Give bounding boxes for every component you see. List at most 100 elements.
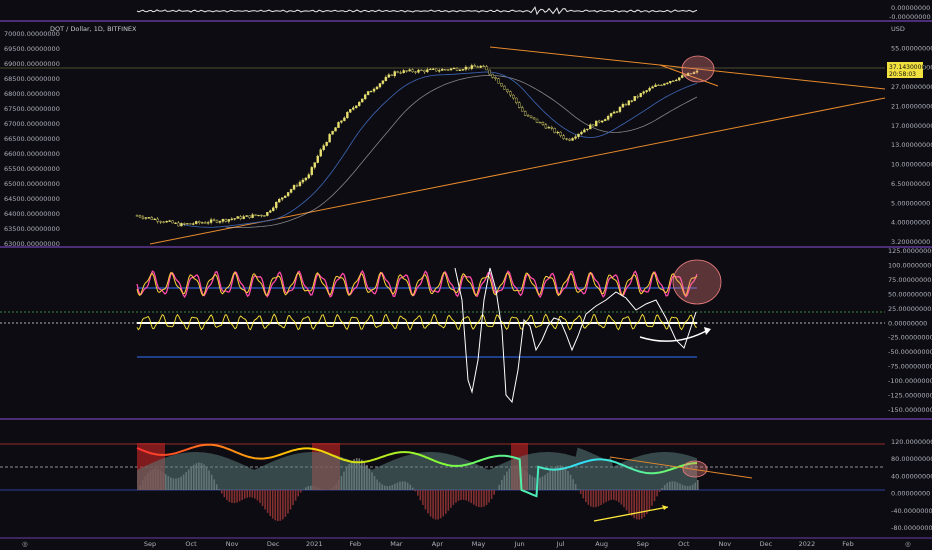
candle-body xyxy=(280,197,284,200)
annotation-circle-momentum[interactable] xyxy=(682,460,708,478)
candle-body xyxy=(624,104,628,106)
candle-body xyxy=(165,221,168,223)
momentum-bar xyxy=(251,490,254,498)
candle-body xyxy=(461,69,465,71)
candle-body xyxy=(171,220,174,224)
candle-body xyxy=(544,124,548,129)
candle-body xyxy=(162,221,165,223)
momentum-bar xyxy=(587,490,590,505)
price-left-tick-13: 63500.00000000 xyxy=(4,225,60,233)
price-left-tick-1: 69500.00000000 xyxy=(4,45,60,53)
candle-body xyxy=(215,219,219,223)
top-strip-panel[interactable]: 0.00000000 -0.00000000 xyxy=(0,0,932,21)
candle-body xyxy=(352,107,355,110)
momentum-bar xyxy=(450,490,452,508)
candle-body xyxy=(520,107,524,112)
goto-icon[interactable]: ◎ xyxy=(905,540,911,548)
candle-body xyxy=(485,66,488,71)
candle-body xyxy=(621,104,625,108)
candle-body xyxy=(515,97,518,103)
annotation-circle-price[interactable] xyxy=(681,55,715,83)
candle-body xyxy=(606,116,610,120)
candle-body xyxy=(595,120,598,127)
candle-body xyxy=(375,86,379,90)
chart-workspace[interactable]: 0.00000000 -0.00000000 70000.00000000695… xyxy=(0,0,932,550)
candle-body xyxy=(639,93,642,97)
candle-body xyxy=(334,127,337,132)
candle-body xyxy=(482,65,485,68)
candle-body xyxy=(396,71,399,73)
momentum-bar xyxy=(419,490,422,501)
candle-body xyxy=(289,189,293,193)
candle-body xyxy=(230,218,234,220)
price-left-tick-2: 69000.00000000 xyxy=(4,60,60,68)
mom-right-tick-2: 40.00000000 xyxy=(891,472,932,480)
candle-body xyxy=(529,115,533,118)
momentum-bar xyxy=(480,490,483,508)
osc-right-tick-10: -125.00000000 xyxy=(888,392,932,400)
osc-right-tick-7: -50.00000000 xyxy=(888,348,932,356)
momentum-bar xyxy=(465,490,467,501)
momentum-bar xyxy=(223,490,226,498)
time-label-4: 2021 xyxy=(306,540,323,548)
candle-body xyxy=(153,218,156,221)
candle-body xyxy=(660,84,663,87)
momentum-bar xyxy=(233,490,236,504)
momentum-bar xyxy=(597,490,600,507)
momentum-bar xyxy=(439,490,442,519)
momentum-bar xyxy=(422,490,424,506)
time-label-17: Feb xyxy=(842,540,854,548)
price-left-tick-4: 68000.00000000 xyxy=(4,90,60,98)
momentum-bar xyxy=(249,490,251,498)
price-right-tick-10: 4.00000000 xyxy=(891,219,930,227)
candle-body xyxy=(538,122,542,124)
momentum-bar xyxy=(437,490,439,520)
candle-body xyxy=(254,214,257,216)
candle-body xyxy=(648,87,651,91)
candle-body xyxy=(325,141,328,146)
settings-icon[interactable]: ◎ xyxy=(22,540,28,548)
annotation-circle-oscillator[interactable] xyxy=(672,259,722,305)
osc-right-tick-8: -75.00000000 xyxy=(888,363,932,371)
candle-body xyxy=(518,102,521,108)
momentum-bar xyxy=(457,490,460,501)
momentum-bar xyxy=(460,490,462,501)
candle-body xyxy=(150,217,154,220)
price-right-tick-9: 5.00000000 xyxy=(891,199,930,207)
momentum-bar xyxy=(243,490,246,499)
momentum-bar xyxy=(473,490,475,505)
candle-body xyxy=(464,66,468,70)
candle-body xyxy=(432,68,435,70)
candle-body xyxy=(275,201,278,208)
candle-body xyxy=(512,94,515,99)
momentum-bar xyxy=(656,490,658,497)
price-left-tick-12: 64000.00000000 xyxy=(4,210,60,218)
candle-body xyxy=(488,69,491,75)
momentum-bar xyxy=(452,490,455,505)
time-label-11: Aug xyxy=(595,540,608,548)
momentum-bar xyxy=(653,490,656,502)
price-left-tick-5: 67500.00000000 xyxy=(4,105,60,113)
candle-body xyxy=(138,215,142,218)
candle-body xyxy=(366,91,370,95)
momentum-bar xyxy=(277,490,279,522)
candle-body xyxy=(269,210,272,213)
candle-body xyxy=(402,70,405,74)
price-right-tick-3: 27.00000000 xyxy=(891,83,932,91)
candle-body xyxy=(669,80,672,84)
candle-body xyxy=(286,192,290,197)
candle-body xyxy=(503,85,506,90)
price-right-tick-11: 3.20000000 xyxy=(891,238,930,246)
candle-body xyxy=(429,68,432,71)
momentum-bar xyxy=(579,490,582,495)
candle-body xyxy=(497,78,500,84)
candle-body xyxy=(550,127,554,129)
momentum-bar xyxy=(266,490,269,513)
candle-body xyxy=(577,133,580,137)
candle-body xyxy=(556,131,559,134)
candle-body xyxy=(186,223,189,225)
candle-body xyxy=(224,219,228,222)
candle-body xyxy=(174,222,177,224)
momentum-bar xyxy=(424,490,427,510)
candle-body xyxy=(535,118,539,123)
